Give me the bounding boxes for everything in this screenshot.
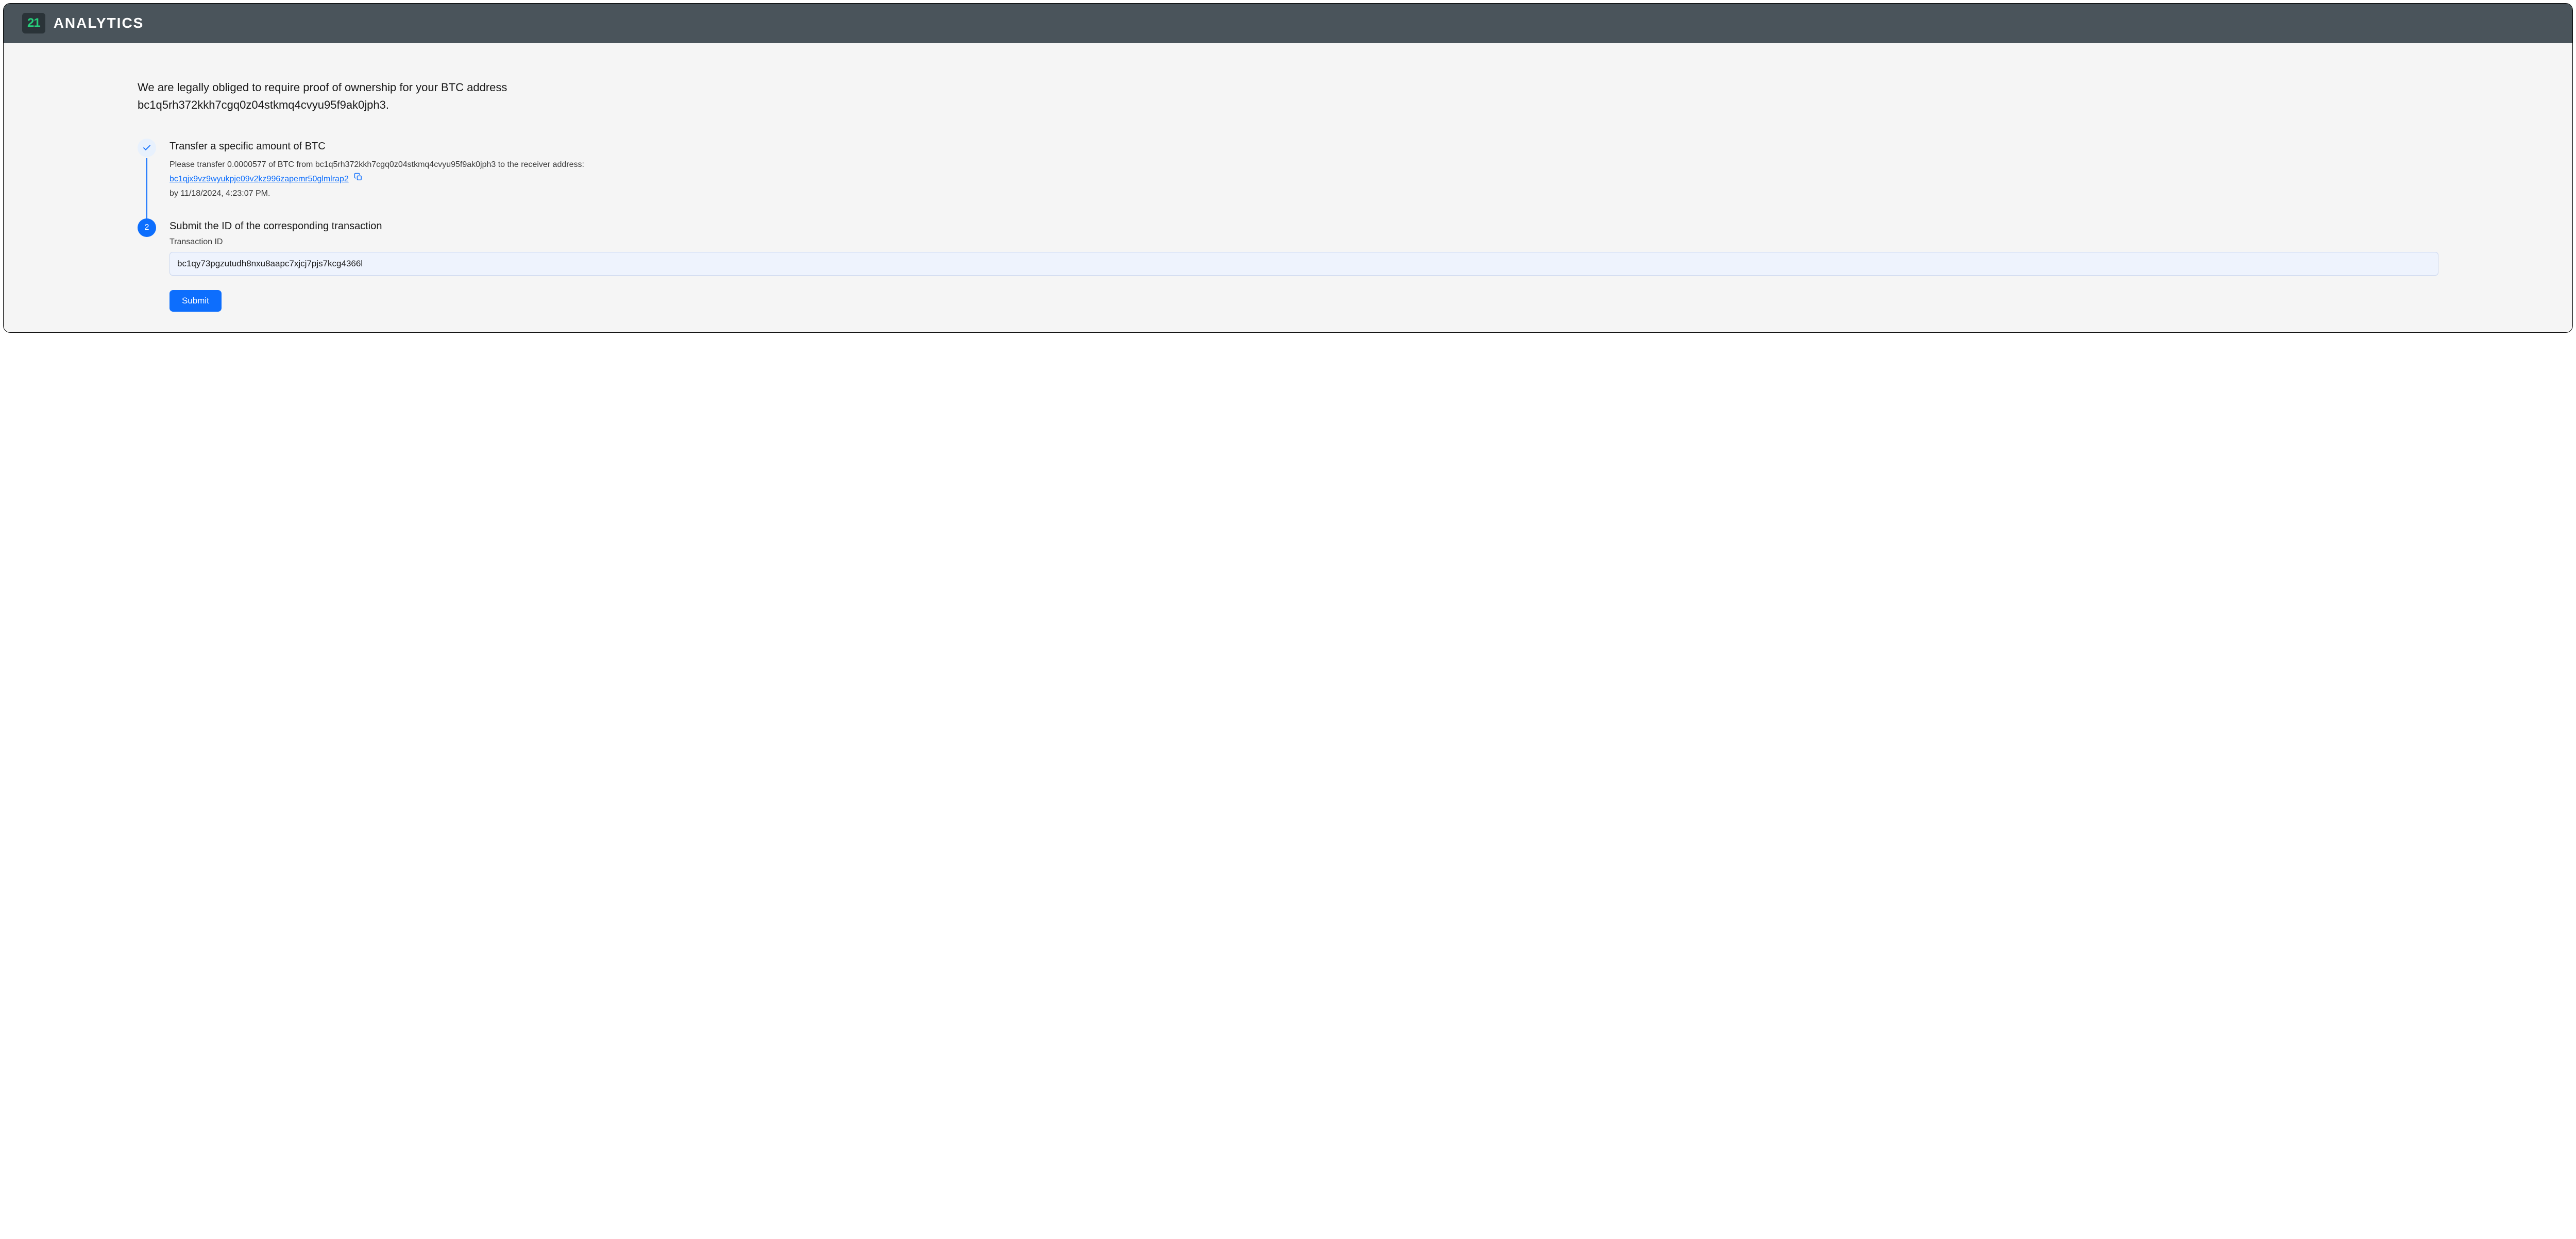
step-1-deadline-prefix: by <box>170 189 180 198</box>
step-1-desc-text: Please transfer 0.0000577 of BTC from bc… <box>170 160 584 169</box>
main-content: We are legally obliged to require proof … <box>4 43 2572 332</box>
check-icon <box>142 143 151 152</box>
step-2-number: 2 <box>145 223 149 232</box>
submit-button[interactable]: Submit <box>170 290 222 312</box>
step-2-title: Submit the ID of the corresponding trans… <box>170 220 2438 232</box>
transaction-id-input[interactable] <box>170 252 2438 276</box>
copy-icon[interactable] <box>354 175 363 183</box>
step-1-deadline: 11/18/2024, 4:23:07 PM <box>180 189 268 198</box>
step-1-body: Transfer a specific amount of BTC Please… <box>170 139 2438 201</box>
step-connector <box>146 158 147 219</box>
step-1-description: Please transfer 0.0000577 of BTC from bc… <box>170 158 2438 201</box>
step-1-title: Transfer a specific amount of BTC <box>170 141 2438 152</box>
brand-name: ANALYTICS <box>54 15 144 31</box>
intro-message: We are legally obliged to require proof … <box>138 79 2438 114</box>
step-1-indicator-col <box>138 139 156 201</box>
app-header: 21 ANALYTICS <box>4 4 2572 43</box>
intro-line1: We are legally obliged to require proof … <box>138 81 507 94</box>
step-2-body: Submit the ID of the corresponding trans… <box>170 218 2438 312</box>
intro-suffix: . <box>386 98 389 111</box>
step-2-indicator-col: 2 <box>138 218 156 312</box>
brand-logo: 21 <box>22 13 45 33</box>
intro-address: bc1q5rh372kkh7cgq0z04stkmq4cvyu95f9ak0jp… <box>138 98 386 111</box>
steps-container: Transfer a specific amount of BTC Please… <box>138 139 2438 312</box>
step-1-deadline-suffix: . <box>268 189 270 198</box>
receiver-address-link[interactable]: bc1qjx9vz9wyukpje09v2kz996zapemr50glmlra… <box>170 175 349 183</box>
app-window: 21 ANALYTICS We are legally obliged to r… <box>3 3 2573 333</box>
brand-logo-number: 21 <box>27 16 40 30</box>
step-2-badge: 2 <box>138 218 156 237</box>
step-1-transfer: Transfer a specific amount of BTC Please… <box>138 139 2438 201</box>
step-2-submit-txid: 2 Submit the ID of the corresponding tra… <box>138 218 2438 312</box>
step-1-badge <box>138 139 156 157</box>
txid-field-label: Transaction ID <box>170 237 2438 247</box>
